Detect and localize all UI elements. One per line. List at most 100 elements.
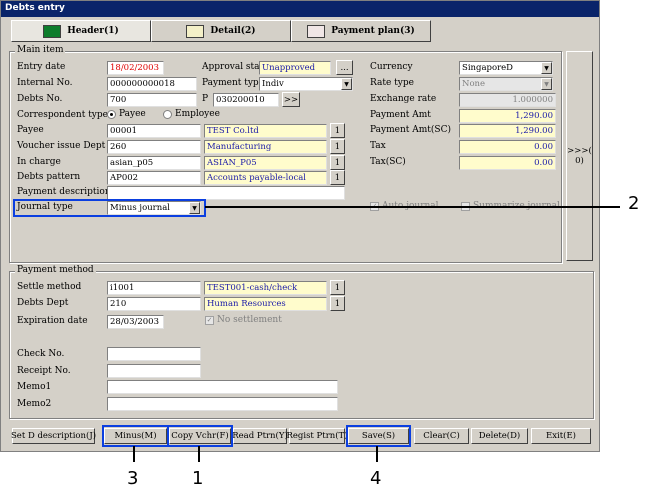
currency-label: Currency bbox=[370, 62, 413, 72]
book-icon bbox=[43, 24, 62, 38]
expand-side-label-2: 0) bbox=[575, 156, 584, 166]
memo1-field[interactable] bbox=[107, 380, 338, 394]
copy-vchr-highlight bbox=[167, 425, 233, 447]
set-d-description-button[interactable]: Set D description(J) bbox=[11, 428, 96, 444]
rate-type-value: None bbox=[462, 79, 486, 89]
journal-type-label: Journal type bbox=[17, 202, 73, 212]
payee-lookup-button[interactable]: 1 bbox=[330, 123, 345, 138]
expand-side-button[interactable]: >>>( 0) bbox=[566, 51, 593, 261]
p-label: P bbox=[202, 94, 209, 104]
payment-amt-sc-field: 1,290.00 bbox=[459, 124, 556, 138]
chevron-down-icon[interactable]: ▼ bbox=[541, 62, 552, 74]
payee-label: Payee bbox=[17, 125, 44, 135]
approval-status-field: Unapproved bbox=[259, 61, 331, 75]
in-charge-name-field: ASIAN_P05 bbox=[204, 156, 327, 170]
settle-method-code-field[interactable]: i1001 bbox=[107, 281, 201, 295]
callout-1: 1 bbox=[192, 468, 204, 489]
payee-code-field[interactable]: 00001 bbox=[107, 124, 201, 138]
in-charge-lookup-button[interactable]: 1 bbox=[330, 155, 345, 170]
rate-type-select: None bbox=[459, 77, 553, 91]
employee-radio-label: Employee bbox=[175, 109, 220, 119]
debts-no-field[interactable]: 700 bbox=[107, 93, 197, 107]
voucher-dept-code-field[interactable]: 260 bbox=[107, 140, 201, 154]
debts-dept-lookup-button[interactable]: 1 bbox=[330, 296, 345, 311]
journal-type-select[interactable]: Minus journal bbox=[107, 201, 201, 215]
tab-payment-plan[interactable]: Payment plan(3) bbox=[291, 20, 431, 42]
currency-value: SingaporeD bbox=[462, 63, 513, 73]
check-no-field[interactable] bbox=[107, 347, 201, 361]
tax-field: 0.00 bbox=[459, 140, 556, 154]
window-title: Debts entry bbox=[1, 1, 599, 17]
payment-type-select[interactable]: Indiv bbox=[259, 77, 353, 91]
voucher-dept-lookup-button[interactable]: 1 bbox=[330, 139, 345, 154]
chevron-down-icon[interactable]: ▼ bbox=[189, 202, 200, 214]
chevron-down-icon[interactable]: ▼ bbox=[341, 78, 352, 90]
payee-radio-button[interactable] bbox=[107, 109, 116, 119]
tab-header[interactable]: Header(1) bbox=[11, 20, 151, 42]
payment-method-group-label: Payment method bbox=[15, 265, 96, 275]
currency-select[interactable]: SingaporeD bbox=[459, 61, 553, 75]
callout-3: 3 bbox=[127, 468, 139, 489]
correspondent-type-label: Correspondent type bbox=[17, 110, 108, 120]
chevron-down-icon: ▼ bbox=[541, 78, 552, 90]
debts-no-label: Debts No. bbox=[17, 94, 63, 104]
payment-type-value: Indiv bbox=[262, 79, 284, 89]
tax-sc-field: 0.00 bbox=[459, 156, 556, 170]
callout-1-line bbox=[198, 446, 200, 462]
tax-sc-label: Tax(SC) bbox=[370, 157, 406, 167]
employee-radio-button[interactable] bbox=[163, 109, 172, 119]
debts-entry-window: Debts entry Header(1) Detail(2) Payment … bbox=[0, 0, 600, 452]
payee-name-field: TEST Co.ltd bbox=[204, 124, 327, 138]
debts-pattern-lookup-button[interactable]: 1 bbox=[330, 170, 345, 185]
clear-button[interactable]: Clear(C) bbox=[414, 428, 469, 444]
check-no-label: Check No. bbox=[17, 349, 65, 359]
delete-button[interactable]: Delete(D) bbox=[471, 428, 528, 444]
callout-2-line bbox=[205, 206, 620, 208]
tax-label: Tax bbox=[370, 141, 386, 151]
minus-highlight bbox=[102, 425, 169, 447]
internal-no-label: Internal No. bbox=[17, 78, 73, 88]
in-charge-label: In charge bbox=[17, 157, 61, 167]
payment-amt-field: 1,290.00 bbox=[459, 109, 556, 123]
entry-date-label: Entry date bbox=[17, 62, 66, 72]
memo2-field[interactable] bbox=[107, 397, 338, 411]
exchange-rate-field: 1.000000 bbox=[459, 93, 556, 107]
settle-method-label: Settle method bbox=[17, 282, 82, 292]
entry-date-field[interactable]: 18/02/2003 bbox=[107, 61, 164, 75]
employee-radio[interactable]: Employee bbox=[163, 109, 220, 119]
debts-pattern-code-field[interactable]: AP002 bbox=[107, 171, 201, 185]
read-ptrn-button[interactable]: Read Ptrn(Y) bbox=[232, 428, 288, 444]
expiration-date-field[interactable]: 28/03/2003 bbox=[107, 315, 164, 329]
rate-type-label: Rate type bbox=[370, 78, 414, 88]
settle-method-name-field: TEST001-cash/check bbox=[204, 281, 327, 295]
regist-ptrn-button[interactable]: Regist Ptrn(T) bbox=[286, 428, 348, 444]
settle-method-lookup-button[interactable]: 1 bbox=[330, 280, 345, 295]
tab-payment-plan-label: Payment plan(3) bbox=[331, 26, 415, 36]
exchange-rate-label: Exchange rate bbox=[370, 94, 437, 104]
voucher-dept-name-field: Manufacturing bbox=[204, 140, 327, 154]
payment-amt-label: Payment Amt bbox=[370, 110, 431, 120]
in-charge-code-field[interactable]: asian_p05 bbox=[107, 156, 201, 170]
calendar-icon bbox=[307, 24, 326, 38]
exit-button[interactable]: Exit(E) bbox=[531, 428, 591, 444]
payee-radio-label: Payee bbox=[119, 109, 146, 119]
debts-dept-code-field[interactable]: 210 bbox=[107, 297, 201, 311]
receipt-no-field[interactable] bbox=[107, 364, 201, 378]
tab-detail-label: Detail(2) bbox=[210, 26, 256, 36]
payee-radio[interactable]: Payee bbox=[107, 109, 146, 119]
memo2-label: Memo2 bbox=[17, 399, 52, 409]
tab-detail[interactable]: Detail(2) bbox=[151, 20, 291, 42]
debts-dept-name-field: Human Resources bbox=[204, 297, 327, 311]
approval-status-button[interactable]: ... bbox=[336, 60, 353, 75]
p-next-button[interactable]: >> bbox=[282, 92, 300, 107]
callout-4-line bbox=[376, 446, 378, 462]
save-highlight bbox=[346, 425, 411, 447]
journal-type-value: Minus journal bbox=[110, 203, 170, 213]
internal-no-field[interactable]: 000000000018 bbox=[107, 77, 197, 91]
payment-description-field[interactable] bbox=[107, 186, 345, 200]
p-field[interactable]: 030200010 bbox=[213, 93, 279, 107]
debts-pattern-name-field: Accounts payable-local bbox=[204, 171, 327, 185]
debts-dept-label: Debts Dept bbox=[17, 298, 69, 308]
receipt-no-label: Receipt No. bbox=[17, 366, 71, 376]
expiration-date-label: Expiration date bbox=[17, 316, 88, 326]
